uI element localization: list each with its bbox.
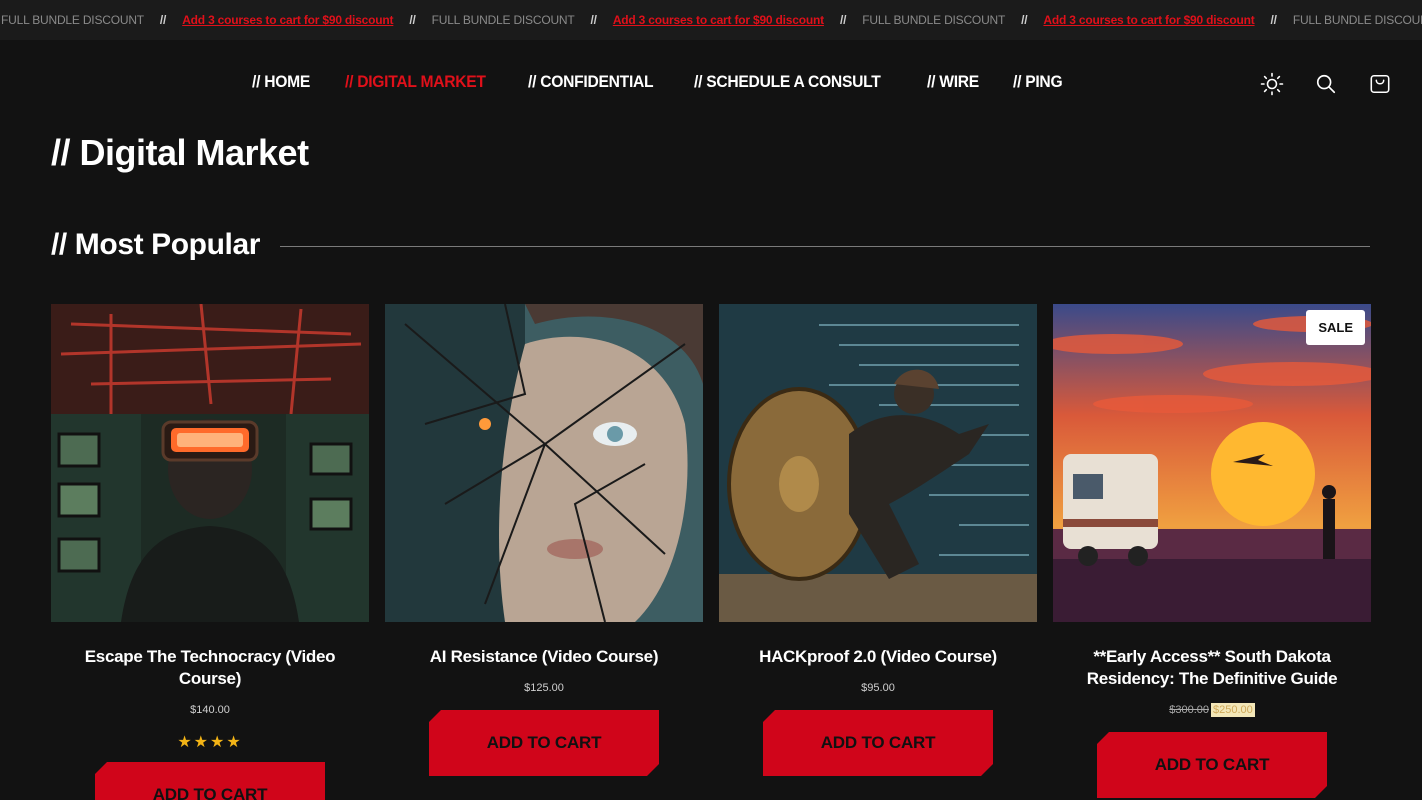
ticker-text: FULL BUNDLE DISCOUNT <box>1 13 144 27</box>
ticker-text: FULL BUNDLE DISCOUNT <box>862 13 1006 27</box>
nav-schedule-consult[interactable]: // SCHEDULE A CONSULT <box>694 72 881 92</box>
nav-ping[interactable]: // PING <box>1013 72 1063 92</box>
product-name[interactable]: Escape The Technocracy (Video Course) <box>51 646 369 690</box>
product-image-ai-resistance[interactable] <box>385 304 703 622</box>
product-price: $125.00 <box>524 682 564 694</box>
add-to-cart-button[interactable]: ADD TO CART <box>763 710 993 776</box>
ticker-text: FULL BUNDLE DISCOUNT <box>431 13 575 27</box>
promo-ticker: FULL BUNDLE DISCOUNT // Add 3 courses to… <box>0 0 1422 40</box>
section-header: // Most Popular <box>51 228 1370 262</box>
original-price: $300.00 <box>1169 704 1209 716</box>
search-icon[interactable] <box>1314 72 1338 96</box>
rating-stars: ★★★★ <box>177 734 243 751</box>
product-price: $140.00 <box>190 704 230 716</box>
ticker-track: FULL BUNDLE DISCOUNT // Add 3 courses to… <box>1 13 1422 27</box>
ticker-separator: // <box>1021 13 1028 27</box>
sale-price: $250.00 <box>1211 703 1255 717</box>
product-price: $300.00 $250.00 <box>1053 703 1371 717</box>
main-nav: // HOME // DIGITAL MARKET // CONFIDENTIA… <box>252 72 1067 92</box>
ticker-separator: // <box>409 13 416 27</box>
nav-digital-market[interactable]: // DIGITAL MARKET <box>345 72 486 92</box>
section-divider <box>280 245 1370 247</box>
nav-confidential[interactable]: // CONFIDENTIAL <box>528 72 654 92</box>
product-card: Escape The Technocracy (Video Course) $1… <box>51 304 369 800</box>
nav-wire[interactable]: // WIRE <box>927 72 979 92</box>
page-title: // Digital Market <box>51 132 309 173</box>
product-name[interactable]: **Early Access** South Dakota Residency:… <box>1053 646 1371 690</box>
ticker-text: FULL BUNDLE DISCOUNT <box>1292 13 1422 27</box>
add-to-cart-button[interactable]: ADD TO CART <box>429 710 659 776</box>
ticker-link[interactable]: Add 3 courses to cart for $90 discount <box>1043 13 1254 27</box>
product-image-hackproof[interactable] <box>719 304 1037 622</box>
nav-home[interactable]: // HOME <box>252 72 310 92</box>
product-image-south-dakota[interactable]: SALE <box>1053 304 1371 622</box>
product-price: $95.00 <box>861 682 895 694</box>
ticker-separator: // <box>590 13 597 27</box>
ticker-link[interactable]: Add 3 courses to cart for $90 discount <box>613 13 824 27</box>
product-name[interactable]: AI Resistance (Video Course) <box>385 646 703 668</box>
add-to-cart-button[interactable]: ADD TO CART <box>95 762 325 800</box>
product-image-escape-technocracy[interactable] <box>51 304 369 622</box>
add-to-cart-button[interactable]: ADD TO CART <box>1097 732 1327 798</box>
ticker-separator: // <box>1270 13 1277 27</box>
section-title: // Most Popular <box>51 228 261 261</box>
product-grid: Escape The Technocracy (Video Course) $1… <box>51 304 1371 800</box>
sun-icon[interactable] <box>1260 72 1284 96</box>
product-name[interactable]: HACKproof 2.0 (Video Course) <box>719 646 1037 668</box>
product-card: SALE **Early Access** South Dakota Resid… <box>1053 304 1371 800</box>
product-card: HACKproof 2.0 (Video Course) $95.00 ADD … <box>719 304 1037 800</box>
product-card: AI Resistance (Video Course) $125.00 ADD… <box>385 304 703 800</box>
ticker-separator: // <box>159 13 167 27</box>
ticker-link[interactable]: Add 3 courses to cart for $90 discount <box>182 13 393 27</box>
ticker-separator: // <box>839 13 847 27</box>
cart-icon[interactable] <box>1368 72 1392 96</box>
sale-badge: SALE <box>1306 310 1365 345</box>
header-icons <box>1260 72 1392 96</box>
